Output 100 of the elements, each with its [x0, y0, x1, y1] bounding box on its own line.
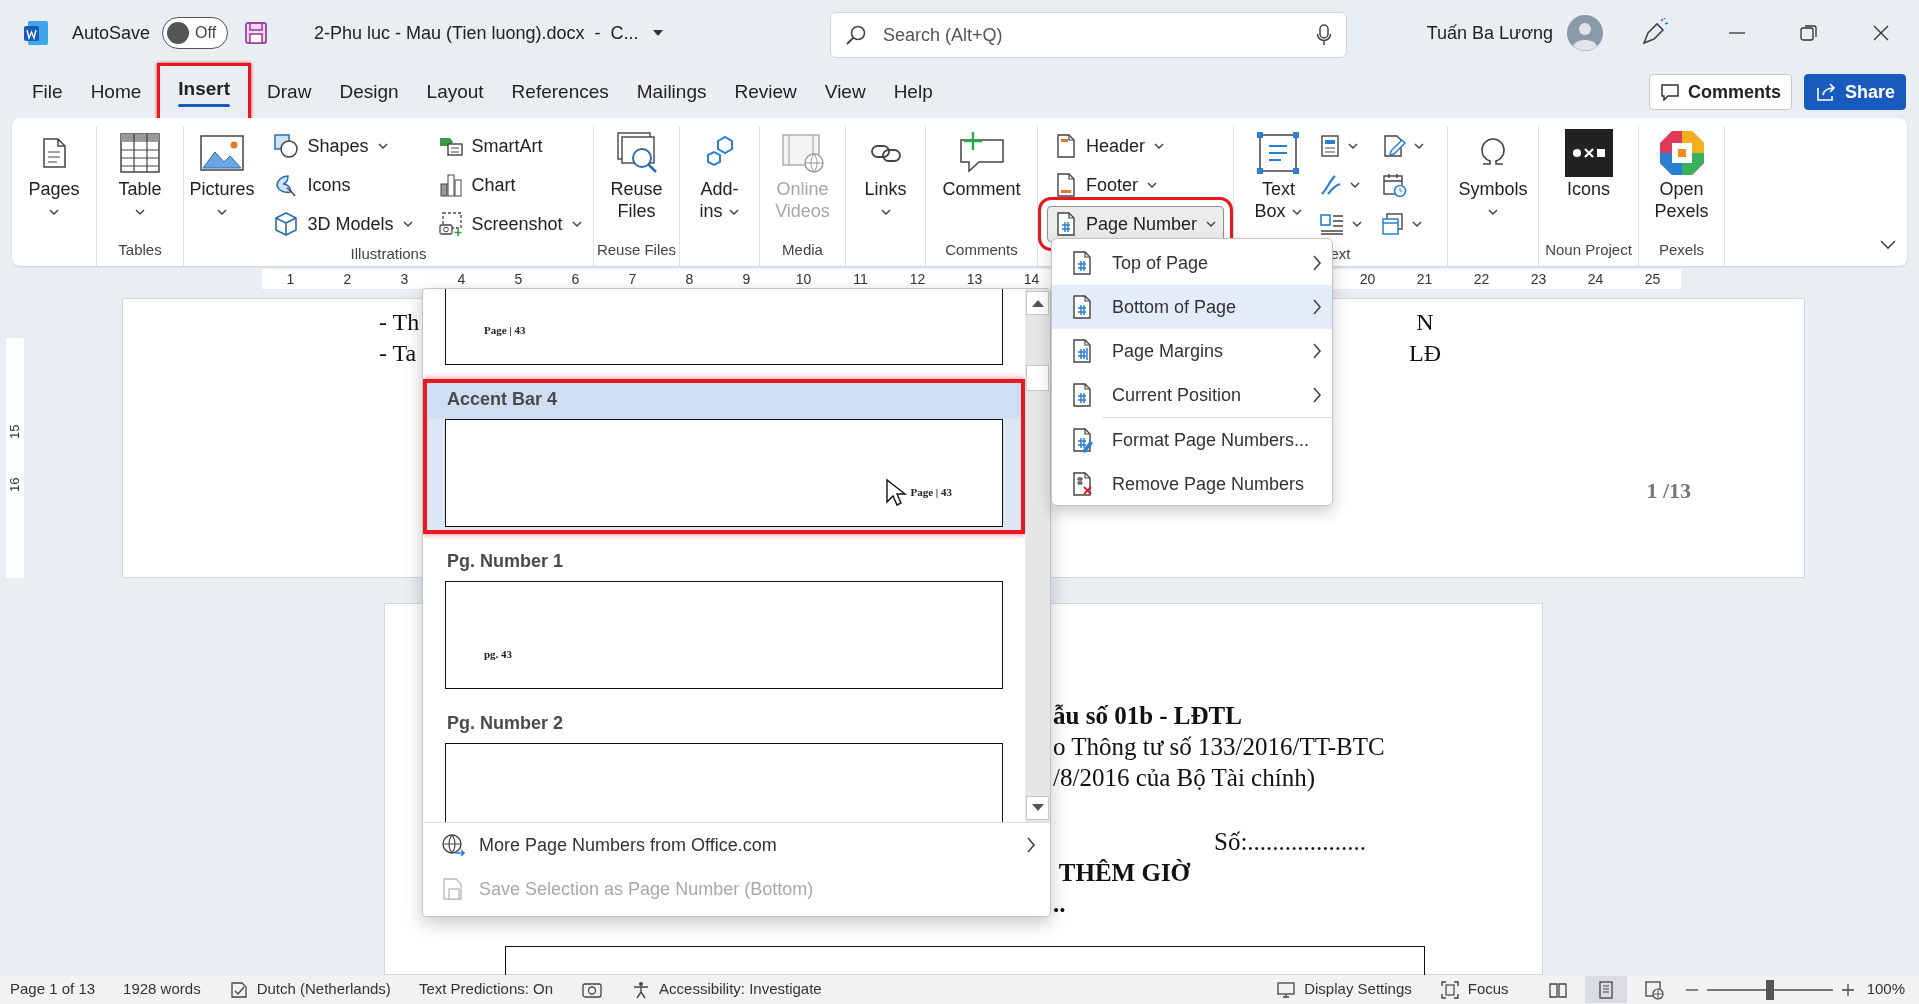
ribbon-tab[interactable]: Home — [78, 68, 154, 116]
ribbon-button[interactable]: Text Box — [1252, 126, 1305, 224]
ribbon-button[interactable]: SmartArt — [430, 128, 590, 164]
text-box-icon — [1255, 130, 1302, 176]
table-icon — [118, 131, 162, 175]
word-count: 1928 words — [123, 979, 201, 1000]
caret-icon — [48, 208, 60, 217]
ribbon-tab[interactable]: Mailings — [624, 68, 719, 116]
chevron-right-icon — [1312, 386, 1322, 404]
ribbon-button[interactable]: Chart — [430, 167, 590, 203]
search-field[interactable]: Search (Alt+Q) — [881, 20, 1302, 50]
accessibility-button[interactable]: Accessibility: Investigate — [631, 978, 822, 1001]
ribbon-tab[interactable]: File — [20, 68, 75, 116]
picture-icon — [198, 133, 245, 173]
scroll-down-button[interactable] — [1026, 796, 1049, 820]
ribbon-tab[interactable]: Review — [722, 68, 809, 116]
comments-button[interactable]: Comments — [1648, 74, 1792, 110]
menu-item[interactable]: Format Page Numbers... — [1052, 418, 1332, 462]
ribbon-button[interactable]: Add- ins — [697, 126, 742, 224]
display-settings-button[interactable]: Display Settings — [1276, 978, 1412, 1001]
ribbon-tab[interactable]: Design — [327, 68, 411, 116]
group-label: Noun Project — [1544, 240, 1633, 260]
slider-thumb[interactable] — [1765, 979, 1774, 1000]
share-icon — [1814, 82, 1837, 102]
ribbon-tab[interactable]: Layout — [414, 68, 496, 116]
restore-icon[interactable] — [1799, 23, 1819, 43]
autosave-label: AutoSave — [72, 21, 151, 45]
ribbon-button[interactable]: Reuse Files — [608, 126, 665, 224]
ribbon-button[interactable]: Screenshot — [430, 206, 590, 242]
scrollbar[interactable] — [1025, 289, 1050, 822]
page-number-icon — [1070, 250, 1094, 276]
ribbon-button[interactable]: Header — [1046, 128, 1225, 164]
gallery-item[interactable]: Pg. Number 2 — [423, 703, 1025, 822]
gallery-item-title: Pg. Number 1 — [446, 550, 565, 573]
caret-icon — [134, 208, 146, 217]
autosave-toggle[interactable]: Off — [162, 17, 229, 49]
group-label: Media — [781, 240, 824, 260]
ribbon-tab[interactable]: References — [499, 68, 621, 116]
chevron-right-icon — [1312, 298, 1322, 316]
view-button[interactable] — [1584, 976, 1627, 1003]
menu-item[interactable]: Page Margins — [1052, 329, 1332, 373]
scroll-up-button[interactable] — [1026, 291, 1049, 315]
ruler-number: 15 — [6, 424, 24, 439]
search-bar[interactable]: Search (Alt+Q) — [830, 12, 1347, 58]
chevron-down-icon[interactable] — [1879, 238, 1897, 251]
gallery-item-title: Pg. Number 2 — [446, 712, 565, 735]
ribbon-button[interactable]: Icons — [1562, 126, 1615, 202]
ribbon-button[interactable]: Table — [116, 126, 164, 224]
calendar-icon — [1380, 172, 1407, 198]
ribbon-button[interactable]: Pictures — [187, 126, 257, 224]
gallery-item[interactable]: Pg. Number 1 pg. 43 — [423, 541, 1025, 696]
share-button[interactable]: Share — [1803, 74, 1906, 110]
ribbon-button[interactable]: 3D Models — [266, 206, 421, 242]
app-logo-icon[interactable] — [22, 19, 50, 47]
ribbon-tab[interactable]: Draw — [255, 68, 324, 116]
microphone-icon[interactable] — [1316, 23, 1332, 47]
document-text: /8/2016 của Bộ Tài chính) — [1053, 763, 1315, 793]
save-icon[interactable] — [244, 21, 269, 45]
caret-icon — [727, 208, 740, 217]
quick-parts-icon — [1318, 134, 1341, 158]
ribbon-button[interactable]: Comment — [940, 126, 1023, 202]
comment-icon — [1659, 82, 1680, 102]
ribbon-button[interactable]: Open Pexels — [1652, 126, 1711, 224]
document-icon — [40, 136, 68, 170]
group-label: Tables — [117, 240, 163, 260]
chevron-right-icon — [1026, 836, 1036, 854]
caret-icon — [1348, 181, 1361, 189]
caret-icon — [215, 208, 228, 217]
ribbon-button[interactable]: Shapes — [266, 128, 421, 164]
document-text: - Th — [379, 308, 420, 337]
ruler-number: 16 — [6, 477, 24, 492]
gallery-item[interactable]: Page | 43 — [423, 289, 1025, 372]
triangle-up-icon — [1031, 299, 1044, 307]
ribbon-button[interactable]: Footer — [1046, 167, 1225, 203]
ribbon-button[interactable]: Icons — [266, 167, 421, 203]
film-globe-icon — [779, 131, 826, 175]
menu-item[interactable]: More Page Numbers from Office.com — [423, 823, 1050, 867]
ribbon-button[interactable]: Pages — [26, 126, 82, 224]
close-icon[interactable] — [1871, 23, 1891, 43]
text-predictions-label: Text Predictions: On — [418, 979, 554, 1000]
caret-icon — [1410, 220, 1423, 228]
gallery-item[interactable]: Accent Bar 4 Page | 43 — [423, 379, 1025, 534]
cursor-icon — [885, 478, 907, 508]
group-label: Pexels — [1658, 240, 1705, 260]
ribbon-button[interactable]: Links — [862, 126, 909, 224]
menu-item[interactable]: Bottom of Page — [1052, 285, 1332, 329]
ribbon-tab[interactable]: View — [812, 68, 878, 116]
avatar-icon[interactable] — [1567, 15, 1603, 51]
save-page-icon — [441, 877, 465, 901]
menu-item[interactable]: Current Position — [1052, 373, 1332, 417]
ribbon-button[interactable]: Symbols — [1456, 126, 1530, 224]
document-text: LĐ — [1409, 339, 1441, 368]
caret-icon — [1487, 208, 1499, 217]
document-title-button[interactable]: 2-Phu luc - Mau (Tien luong).docx - C... — [308, 18, 669, 48]
menu-item[interactable]: Remove Page Numbers — [1052, 462, 1332, 506]
zoom-in-icon[interactable] — [1840, 982, 1855, 997]
focus-button[interactable]: Focus — [1439, 978, 1509, 1001]
scrollbar-thumb[interactable] — [1026, 365, 1049, 391]
document-text: N — [1416, 308, 1434, 337]
ribbon-tab[interactable]: Help — [881, 68, 945, 116]
